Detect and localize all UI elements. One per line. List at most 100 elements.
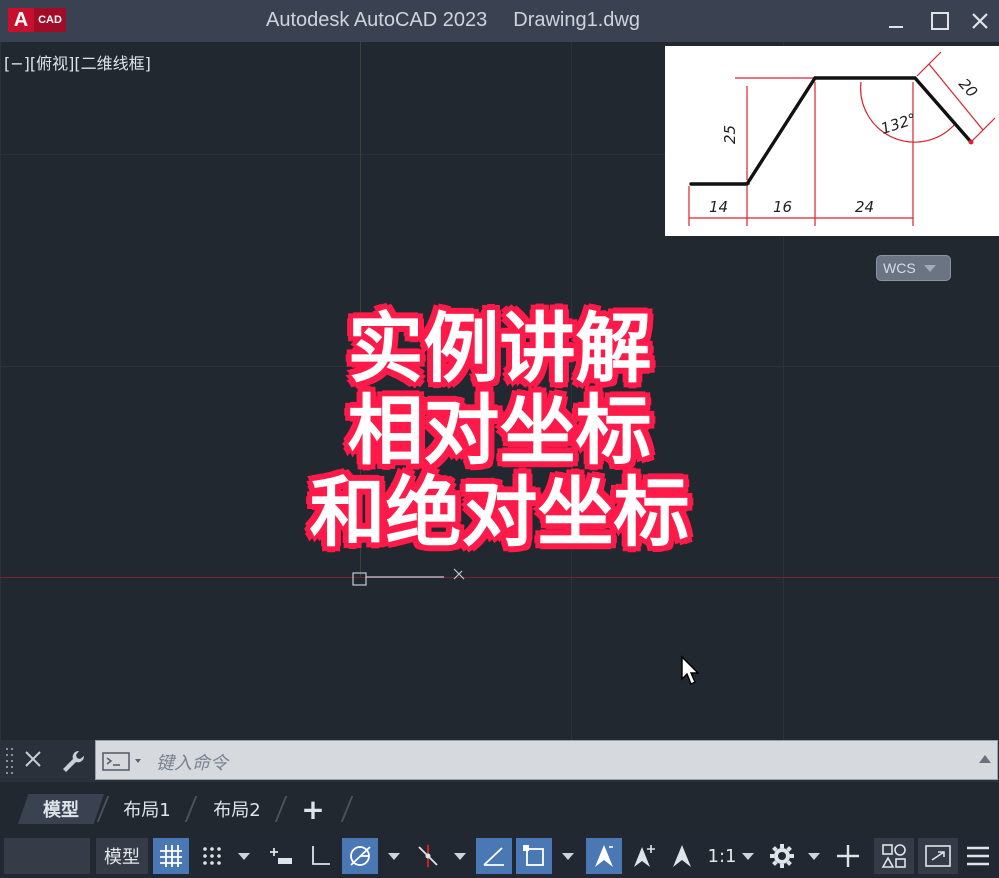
object-snap-dropdown[interactable]	[556, 838, 580, 874]
shapes-icon	[881, 844, 906, 868]
isodraft-dropdown[interactable]	[448, 838, 472, 874]
isodraft-icon	[418, 845, 438, 867]
polar-dropdown[interactable]	[382, 838, 406, 874]
object-snap-tracking-toggle[interactable]	[476, 838, 512, 874]
history-up-icon[interactable]	[979, 755, 991, 763]
object-snap-toggle[interactable]	[516, 838, 552, 874]
annotation-scale-value: 1:1	[707, 845, 737, 867]
tab-separator	[340, 796, 354, 822]
chevron-down-icon	[454, 852, 466, 860]
isolate-objects-button[interactable]	[874, 838, 914, 874]
customization-menu-button[interactable]	[960, 838, 996, 874]
chevron-down-icon	[808, 852, 820, 860]
annotation-scale-icon-button[interactable]	[664, 838, 700, 874]
terminal-icon	[102, 752, 141, 771]
workspace-switching-button[interactable]	[764, 838, 800, 874]
layout-tabs: 模型 布局1 布局2 +	[0, 786, 999, 830]
chevron-down-icon	[388, 852, 400, 860]
tab-model[interactable]: 模型	[18, 794, 104, 824]
tab-separator	[184, 796, 198, 822]
command-input-box[interactable]: 键入命令	[95, 740, 998, 780]
chevron-down-icon	[562, 852, 574, 860]
add-layout-button[interactable]: +	[298, 793, 328, 826]
infer-constraints-toggle[interactable]	[262, 838, 298, 874]
wcs-menu[interactable]: WCS	[876, 255, 951, 281]
reference-drawing-image: 25 14 16 24 132° 20	[665, 46, 999, 236]
autocad-logo[interactable]: A CAD	[8, 8, 66, 32]
coordinates-display[interactable]	[4, 838, 90, 874]
command-input[interactable]: 键入命令	[156, 749, 228, 775]
close-command-line-button[interactable]	[24, 749, 42, 773]
wcs-label: WCS	[883, 260, 916, 276]
close-icon	[25, 751, 41, 767]
minimize-button[interactable]	[882, 8, 910, 34]
clean-screen-button[interactable]	[918, 838, 958, 874]
workspace-dropdown[interactable]	[802, 838, 826, 874]
snap-toggle[interactable]	[194, 838, 230, 874]
annotation-scale-menu[interactable]: 1:1	[704, 838, 758, 874]
model-space-button[interactable]: 模型	[96, 838, 148, 874]
dimension-drawing: 25 14 16 24 132° 20	[688, 51, 996, 226]
recent-commands-button[interactable]	[102, 751, 148, 775]
document-title: Drawing1.dwg	[513, 9, 640, 31]
status-bar: 模型 1:1	[0, 834, 999, 878]
annotation-autoscale-icon	[634, 845, 655, 867]
polar-tracking-icon	[350, 846, 371, 866]
snap-tracking-icon	[483, 847, 504, 866]
model-space-label: 模型	[104, 847, 140, 868]
grid-icon	[160, 845, 182, 867]
plus-icon	[837, 845, 859, 867]
viewport-controls-label[interactable]: [−][俯视][二维线框]	[4, 50, 151, 74]
fullscreen-icon	[925, 845, 951, 867]
app-title: Autodesk AutoCAD 2023	[266, 9, 488, 31]
grid-toggle[interactable]	[153, 838, 189, 874]
annotation-visibility-icon	[595, 845, 613, 867]
logo-letter: A	[8, 8, 34, 32]
logo-text: CAD	[34, 8, 66, 32]
drag-handle-icon[interactable]	[6, 746, 14, 776]
close-button[interactable]	[966, 8, 994, 34]
chevron-down-icon	[238, 852, 250, 860]
close-icon	[972, 13, 988, 29]
maximize-icon	[931, 12, 949, 30]
wrench-icon	[63, 750, 85, 772]
annotation-autoscale-toggle[interactable]	[626, 838, 662, 874]
x-axis-line	[0, 577, 999, 578]
tab-layout2[interactable]: 布局2	[206, 794, 268, 824]
dim-16: 16	[773, 198, 792, 216]
hamburger-icon	[967, 846, 989, 866]
annotation-monitor-button[interactable]	[830, 838, 866, 874]
dim-24: 24	[855, 198, 874, 216]
caption-overlay: 实例讲解 相对坐标 和绝对坐标	[0, 308, 999, 554]
ortho-icon	[312, 846, 330, 865]
snap-dropdown[interactable]	[232, 838, 256, 874]
customize-button[interactable]	[60, 748, 86, 778]
tab-separator	[274, 796, 288, 822]
dim-25: 25	[721, 125, 739, 144]
polar-tracking-toggle[interactable]	[342, 838, 378, 874]
tab-layout1[interactable]: 布局1	[116, 794, 178, 824]
object-snap-icon	[523, 845, 544, 866]
isometric-drafting-toggle[interactable]	[410, 838, 446, 874]
snap-dots-icon	[203, 847, 221, 865]
window-title: Autodesk AutoCAD 2023 Drawing1.dwg	[266, 9, 640, 32]
annotation-scale-icon	[673, 845, 691, 867]
caption-line-1: 实例讲解	[347, 304, 652, 393]
dim-20: 20	[955, 75, 981, 101]
caption-line-3: 和绝对坐标	[309, 468, 690, 557]
ortho-toggle[interactable]	[302, 838, 338, 874]
annotation-visibility-toggle[interactable]	[586, 838, 622, 874]
maximize-button[interactable]	[926, 8, 954, 34]
minimize-icon	[889, 26, 903, 28]
caption-line-2: 相对坐标	[347, 386, 652, 475]
mouse-pointer-icon	[681, 655, 700, 685]
dim-14: 14	[709, 198, 728, 216]
chevron-down-icon	[742, 852, 755, 860]
ucs-icon	[352, 568, 465, 586]
title-bar: A CAD Autodesk AutoCAD 2023 Drawing1.dwg	[0, 0, 999, 42]
chevron-down-icon	[923, 264, 936, 272]
drawing-canvas[interactable]: [−][俯视][二维线框] 25 14 16 24 132° 20 WCS 实例…	[0, 42, 999, 740]
gear-icon	[770, 844, 794, 868]
infer-constraints-icon	[270, 848, 292, 864]
command-line-bar: 键入命令	[0, 740, 999, 782]
